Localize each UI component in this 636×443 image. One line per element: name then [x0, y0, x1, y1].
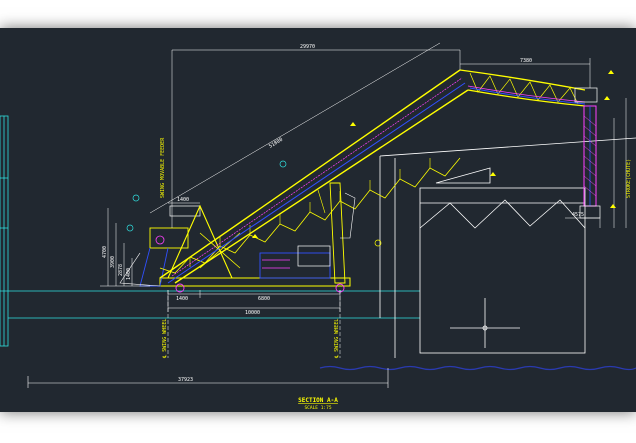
dim-left-h1: 1400: [126, 268, 132, 280]
level-markers: [252, 70, 616, 238]
ground-line: [0, 290, 420, 319]
right-vertical-label: STROKE(CHUTE): [626, 159, 632, 198]
ship-hull: [379, 137, 636, 358]
dim-left-top: 1400: [177, 197, 189, 203]
boom-truss: [159, 69, 469, 284]
center-label-1: ℄ SWING WHEEL: [162, 319, 168, 359]
dim-boom-length: 51800: [268, 137, 284, 150]
water-line: [319, 365, 636, 371]
base-frame: [159, 204, 351, 293]
center-lines: [167, 290, 341, 358]
cad-drawing-viewport: 37923 29970 7380 51800 1400 1400 6800 10…: [0, 28, 636, 412]
dim-base-mid: 6800: [258, 296, 270, 302]
dim-left-h2: 2878: [118, 264, 124, 276]
section-scale: SCALE 1:75: [304, 405, 331, 411]
dim-left-h3: 3900: [110, 256, 116, 268]
discharge-chute: [574, 87, 601, 219]
support-strut: [317, 182, 356, 284]
dim-left-h4: 4700: [102, 246, 108, 258]
section-drawing: 37923 29970 7380 51800 1400 1400 6800 10…: [0, 42, 636, 411]
dim-right-bottom: 4575: [572, 212, 584, 218]
dim-top-span: 29970: [300, 44, 315, 50]
left-structure: [0, 115, 9, 347]
dim-right-span: 7380: [520, 58, 532, 64]
head-truss: [459, 69, 586, 107]
section-title: SECTION A-A: [298, 397, 338, 404]
ground-dimension: [27, 368, 389, 388]
dim-ground-total: 37923: [178, 377, 193, 383]
center-label-2: ℄ SWING WHEEL: [334, 319, 340, 359]
feeder-label: SWING MOVABLE FEEDER: [160, 137, 166, 198]
dim-base-total: 10000: [245, 310, 260, 316]
dim-base-left: 1400: [176, 296, 188, 302]
